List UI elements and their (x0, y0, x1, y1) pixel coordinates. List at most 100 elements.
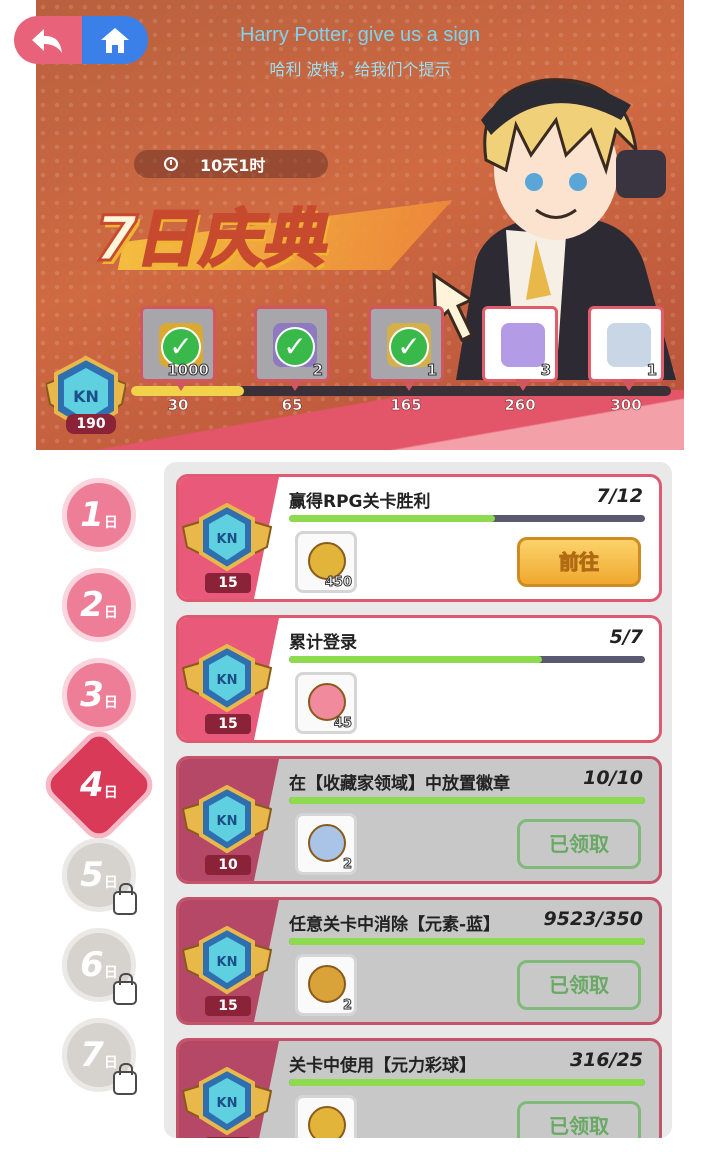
top-nav (14, 16, 148, 64)
back-button[interactable] (14, 16, 82, 64)
milestone-reward[interactable]: ✓ 2 (254, 306, 330, 391)
task-reward[interactable]: 45 (295, 672, 357, 734)
points-badge-icon: KN (181, 1067, 273, 1136)
task-points: 15 (205, 714, 251, 734)
svg-text:KN: KN (217, 532, 238, 547)
task-points: 15 (205, 1137, 251, 1138)
task-progress-fill (289, 515, 496, 522)
milestone-score: 30 (167, 396, 189, 415)
milestone-reward[interactable]: ✓ 1000 (140, 306, 216, 391)
milestone-pointer (401, 379, 417, 391)
points-total: 190 (66, 414, 116, 434)
milestone-box: 3 (482, 306, 558, 391)
milestone-pointer (515, 379, 531, 391)
svg-text:KN: KN (73, 387, 99, 406)
day-number: 4 (80, 764, 104, 805)
task-progress-fill (289, 1079, 645, 1086)
day-unit: 日 (103, 515, 118, 531)
day-unit: 日 (103, 784, 118, 801)
task-card: KN 10 在【收藏家领域】中放置徽章 10/10 2 已领取 (176, 756, 662, 884)
day-tab-3[interactable]: 3日 (62, 658, 136, 732)
milestone-reward[interactable]: 3 (482, 306, 558, 391)
task-reward[interactable]: 2 (295, 813, 357, 875)
task-card: KN 15 赢得RPG关卡胜利 7/12 450 前往 (176, 474, 662, 602)
points-badge-icon: KN (181, 503, 273, 572)
task-name: 累计登录 (289, 633, 357, 653)
task-progress-bar (289, 797, 645, 804)
check-icon: ✓ (275, 327, 315, 367)
lock-icon (113, 973, 137, 1005)
task-count: 5/7 (609, 626, 643, 648)
day-unit: 日 (103, 1055, 118, 1071)
task-count: 316/25 (569, 1049, 643, 1071)
points-badge-icon: KN (181, 785, 273, 854)
task-card: KN 15 累计登录 5/7 45 (176, 615, 662, 743)
svg-text:KN: KN (217, 814, 238, 829)
task-progress-bar (289, 515, 645, 522)
task-card: KN 15 任意关卡中消除【元素-蓝】 9523/350 2 已领取 (176, 897, 662, 1025)
task-count: 9523/350 (543, 908, 643, 930)
milestone-reward[interactable]: ✓ 1 (368, 306, 444, 391)
task-progress-bar (289, 1079, 645, 1086)
event-banner: Harry Potter, give us a sign 哈利 波特，给我们个提… (36, 0, 684, 450)
reward-qty: 450 (324, 575, 352, 591)
day-tab-1[interactable]: 1日 (62, 478, 136, 552)
go-button[interactable]: 前往 (517, 537, 641, 587)
day-tab-4[interactable]: 4日 (38, 724, 160, 846)
task-name: 任意关卡中消除【元素-蓝】 (289, 915, 501, 935)
task-reward[interactable]: 2 (295, 954, 357, 1016)
task-points: 10 (205, 855, 251, 875)
coin-icon (308, 1106, 346, 1138)
task-reward[interactable]: 450 (295, 531, 357, 593)
task-count: 7/12 (596, 485, 643, 507)
task-panel[interactable]: KN 15 赢得RPG关卡胜利 7/12 450 前往 KN 15 累计登录 5/7 45 KN 10 在… (164, 462, 672, 1138)
clock-icon (164, 157, 178, 171)
lock-icon (113, 1063, 137, 1095)
task-count: 10/10 (583, 767, 643, 789)
day-tab-6[interactable]: 6日 (62, 928, 137, 1005)
event-title: 7日庆典 (85, 201, 341, 277)
event-title-logo: 7日庆典 (73, 170, 409, 290)
task-name: 赢得RPG关卡胜利 (289, 492, 431, 512)
milestone-score: 260 (504, 396, 536, 415)
day-unit: 日 (103, 695, 118, 711)
check-icon: ✓ (389, 327, 429, 367)
day-number: 7 (80, 1035, 104, 1075)
home-button[interactable] (82, 16, 148, 64)
day-number: 6 (80, 945, 104, 985)
task-name: 关卡中使用【元力彩球】 (289, 1056, 476, 1076)
milestone-qty: 2 (312, 361, 323, 380)
svg-text:KN: KN (217, 1096, 238, 1111)
home-icon (101, 28, 129, 53)
day-number: 3 (80, 675, 104, 715)
card-pack-icon (308, 824, 346, 862)
milestone-score: 165 (390, 396, 422, 415)
day-tab-7[interactable]: 7日 (62, 1018, 137, 1095)
task-reward[interactable] (295, 1095, 357, 1138)
day-number: 2 (80, 585, 104, 625)
day-tab-5[interactable]: 5日 (62, 838, 137, 915)
milestone-pointer (287, 379, 303, 391)
task-progress-fill (289, 656, 542, 663)
milestone-score: 65 (281, 396, 303, 415)
ticket-icon (501, 323, 545, 367)
milestone-score: 300 (610, 396, 642, 415)
points-badge-icon: KN (181, 926, 273, 995)
task-progress-fill (289, 938, 645, 945)
claimed-button[interactable]: 已领取 (517, 819, 641, 869)
task-progress-bar (289, 656, 645, 663)
day-unit: 日 (103, 875, 118, 891)
day-tab-2[interactable]: 2日 (62, 568, 136, 642)
task-progress-bar (289, 938, 645, 945)
claimed-button[interactable]: 已领取 (517, 960, 641, 1010)
milestone-reward[interactable]: 1 (588, 306, 664, 391)
milestone-pointer (621, 379, 637, 391)
claimed-button[interactable]: 已领取 (517, 1101, 641, 1138)
milestone-pointer (173, 379, 189, 391)
reward-qty: 2 (342, 998, 352, 1014)
milestone-box: ✓ 1000 (140, 306, 216, 391)
milestone-qty: 1 (646, 361, 657, 380)
task-points: 15 (205, 996, 251, 1016)
reward-qty: 45 (333, 716, 352, 732)
points-badge-icon: KN (181, 644, 273, 713)
